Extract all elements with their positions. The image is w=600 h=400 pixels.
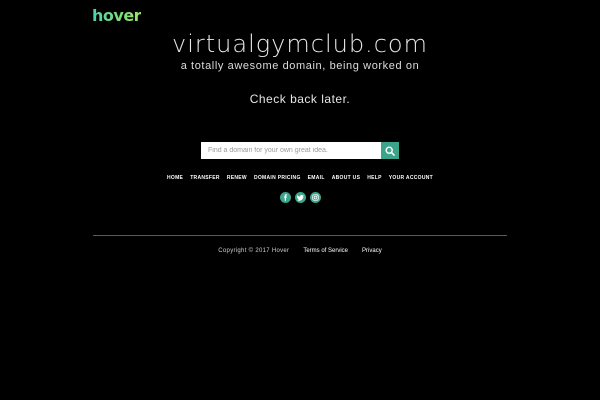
domain-title: virtualgymclub.com	[172, 30, 428, 58]
domain-search-form	[201, 142, 399, 159]
twitter-icon	[296, 194, 304, 201]
search-button[interactable]	[381, 142, 399, 159]
twitter-link[interactable]	[294, 192, 306, 203]
nav-help[interactable]: Help	[367, 175, 382, 181]
hover-logo[interactable]: hover	[92, 6, 142, 25]
footer-divider	[93, 235, 507, 236]
facebook-icon	[283, 194, 287, 201]
nav-your-account[interactable]: Your Account	[389, 175, 433, 181]
tagline: a totally awesome domain, being worked o…	[180, 60, 420, 72]
nav-email[interactable]: Email	[308, 175, 325, 181]
instagram-icon	[311, 194, 319, 201]
footer: Copyright © 2017 Hover Terms of Service …	[0, 248, 600, 254]
nav-about-us[interactable]: About Us	[332, 175, 361, 181]
search-icon	[385, 145, 395, 156]
terms-of-service-link[interactable]: Terms of Service	[303, 248, 348, 254]
domain-search-input[interactable]	[201, 142, 381, 159]
nav-renew[interactable]: Renew	[227, 175, 247, 181]
facebook-link[interactable]	[279, 192, 291, 203]
privacy-link[interactable]: Privacy	[362, 248, 382, 254]
social-links	[0, 192, 600, 203]
check-back-message: Check back later.	[249, 92, 351, 106]
nav-transfer[interactable]: Transfer	[190, 175, 220, 181]
copyright-text: Copyright © 2017 Hover	[218, 248, 290, 254]
footer-nav: Home Transfer Renew Domain Pricing Email…	[0, 175, 600, 181]
nav-home[interactable]: Home	[167, 175, 183, 181]
nav-domain-pricing[interactable]: Domain Pricing	[254, 175, 301, 181]
instagram-link[interactable]	[309, 192, 321, 203]
